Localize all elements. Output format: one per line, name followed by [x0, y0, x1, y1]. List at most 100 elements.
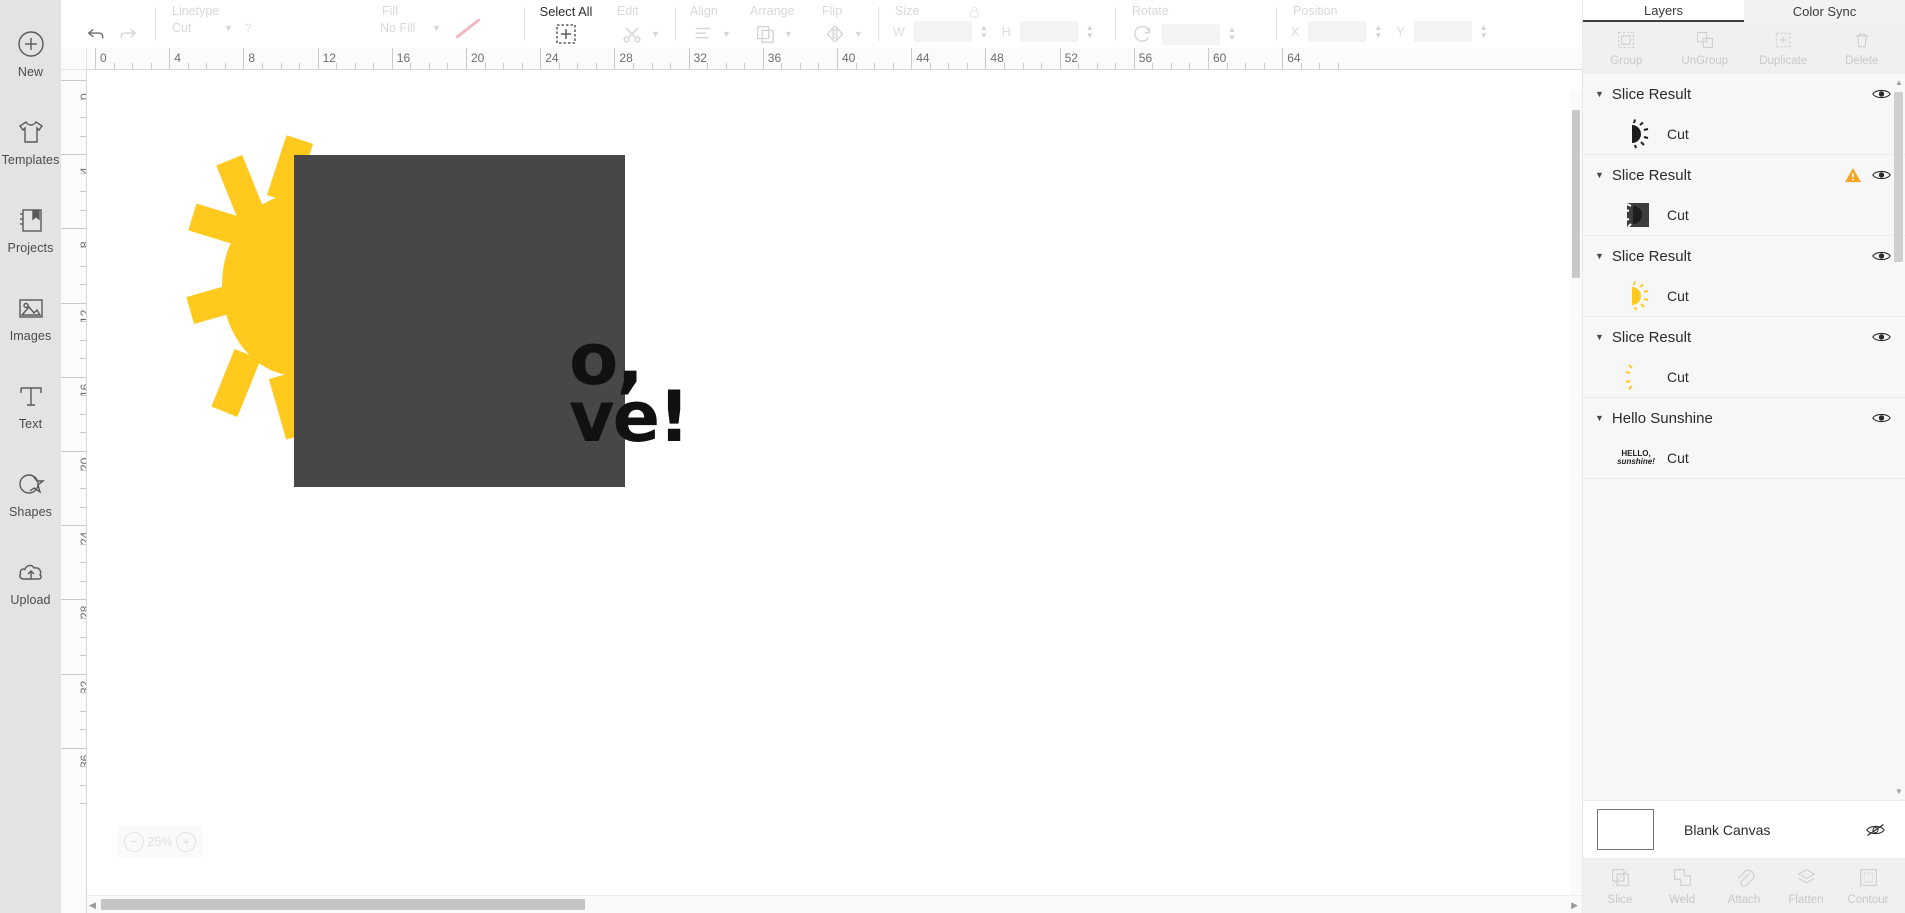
- eye-visible-icon[interactable]: [1872, 411, 1891, 425]
- redo-arrow-icon[interactable]: [115, 21, 141, 47]
- width-stepper[interactable]: ▲ ▼: [980, 23, 988, 40]
- layer-child-label: Cut: [1667, 207, 1689, 223]
- contour-button[interactable]: Contour: [1838, 867, 1898, 906]
- tab-layers[interactable]: Layers: [1583, 0, 1744, 22]
- attach-button[interactable]: Attach: [1714, 867, 1774, 906]
- layer-header[interactable]: ▼ Slice Result: [1583, 236, 1905, 276]
- layer-child-row[interactable]: Cut: [1583, 114, 1905, 154]
- flip-chevron-down-icon[interactable]: ▼: [854, 29, 863, 39]
- vertical-ruler[interactable]: 04812162024283236: [61, 70, 87, 913]
- select-all-plus-icon[interactable]: [553, 21, 579, 47]
- position-x-input[interactable]: [1308, 21, 1367, 42]
- rotate-stepper[interactable]: ▲ ▼: [1228, 26, 1236, 42]
- align-chevron-down-icon[interactable]: ▼: [722, 29, 731, 39]
- duplicate-button[interactable]: Duplicate: [1748, 30, 1818, 67]
- layer-header[interactable]: ▼ Slice Result: [1583, 155, 1905, 195]
- arrange-chevron-down-icon[interactable]: ▼: [784, 29, 793, 39]
- layer-child-row[interactable]: HELLO, sunshine! Cut: [1583, 438, 1905, 478]
- layer-child-row[interactable]: Cut: [1583, 276, 1905, 316]
- chevron-down-icon[interactable]: ▼: [224, 23, 233, 33]
- eye-visible-icon[interactable]: [1872, 249, 1891, 263]
- canvas-vertical-scrollbar[interactable]: [1570, 92, 1582, 895]
- ungroup-button[interactable]: UnGroup: [1670, 30, 1740, 67]
- ruler-tick-minor: [132, 63, 134, 69]
- scroll-left-arrow-icon[interactable]: ◀: [89, 900, 96, 911]
- canvas-color-swatch[interactable]: [1597, 809, 1654, 850]
- sidebar-item-shapes[interactable]: Shapes: [0, 450, 61, 538]
- sidebar-item-templates[interactable]: Templates: [0, 98, 61, 186]
- rotate-icon[interactable]: [1130, 21, 1156, 47]
- sidebar-item-new[interactable]: New: [0, 10, 61, 98]
- ruler-tick-major: [61, 747, 86, 749]
- edit-chevron-down-icon[interactable]: ▼: [651, 29, 660, 39]
- sidebar-item-images[interactable]: Images: [0, 274, 61, 362]
- fill-swatch-icon[interactable]: [455, 17, 481, 39]
- width-input[interactable]: [913, 21, 972, 42]
- rotate-label: Rotate: [1132, 4, 1169, 18]
- ruler-tick-major: [540, 48, 542, 69]
- scroll-down-arrow-icon[interactable]: ▼: [1895, 787, 1903, 796]
- chevron-down-icon[interactable]: ▼: [1595, 251, 1604, 261]
- design-canvas[interactable]: o, ve! − 25% +: [87, 70, 1582, 913]
- rotate-input[interactable]: [1162, 23, 1220, 45]
- headline-text[interactable]: o, ve!: [569, 323, 690, 452]
- layer-child-row[interactable]: Cut: [1583, 357, 1905, 397]
- sidebar-item-upload[interactable]: Upload: [0, 538, 61, 626]
- layer-header[interactable]: ▼ Hello Sunshine: [1583, 398, 1905, 438]
- layer-child-row[interactable]: Cut: [1583, 195, 1905, 235]
- zoom-in-button[interactable]: +: [176, 831, 196, 852]
- linetype-group: Linetype Cut ▼ ?: [160, 0, 370, 48]
- sidebar-item-text[interactable]: Text: [0, 362, 61, 450]
- canvas-vertical-scroll-thumb[interactable]: [1572, 110, 1580, 278]
- layers-list[interactable]: ▼ Slice Result Cut ▼ Slice Result Cut ▼ …: [1583, 74, 1905, 800]
- ruler-tick-minor: [80, 209, 86, 211]
- ruler-tick-minor: [80, 580, 86, 582]
- zoom-out-button[interactable]: −: [124, 831, 144, 852]
- eye-visible-icon[interactable]: [1872, 87, 1891, 101]
- warning-triangle-icon[interactable]: [1844, 167, 1862, 183]
- chevron-down-icon[interactable]: ▼: [1595, 332, 1604, 342]
- fill-value[interactable]: No Fill: [380, 21, 426, 35]
- eye-hidden-icon[interactable]: [1866, 823, 1885, 837]
- scroll-up-arrow-icon[interactable]: ▲: [1895, 78, 1903, 87]
- layer-header[interactable]: ▼ Slice Result: [1583, 317, 1905, 357]
- edit-scissors-icon[interactable]: [619, 21, 645, 47]
- weld-button[interactable]: Weld: [1652, 867, 1712, 906]
- position-y-stepper[interactable]: ▲ ▼: [1480, 23, 1488, 40]
- layer-header[interactable]: ▼ Slice Result: [1583, 74, 1905, 114]
- linetype-value[interactable]: Cut: [172, 21, 218, 35]
- layers-scrollbar[interactable]: ▲ ▼: [1894, 78, 1903, 796]
- eye-visible-icon[interactable]: [1872, 330, 1891, 344]
- flatten-button[interactable]: Flatten: [1776, 867, 1836, 906]
- canvas-horizontal-scrollbar[interactable]: ◀ ▶: [87, 895, 1582, 913]
- chevron-down-icon[interactable]: ▼: [1595, 413, 1604, 423]
- linetype-help-icon[interactable]: ?: [245, 21, 252, 35]
- chevron-down-icon[interactable]: ▼: [1595, 170, 1604, 180]
- tab-color-sync[interactable]: Color Sync: [1744, 0, 1905, 22]
- layer-title: Slice Result: [1611, 328, 1692, 346]
- height-input[interactable]: [1019, 21, 1078, 42]
- fill-chevron-down-icon[interactable]: ▼: [432, 23, 441, 33]
- ruler-tick-major: [762, 48, 764, 69]
- layers-scroll-thumb[interactable]: [1894, 92, 1903, 262]
- horizontal-ruler[interactable]: 0 4 8 12 16 20 24 28 32 36 40 44 48 52 56 60 64: [87, 48, 1582, 70]
- scroll-right-arrow-icon[interactable]: ▶: [1571, 900, 1578, 911]
- canvas-horizontal-scroll-thumb[interactable]: [101, 899, 585, 910]
- delete-button[interactable]: Delete: [1827, 30, 1897, 67]
- slice-button[interactable]: Slice: [1590, 867, 1650, 906]
- sun-ray-5[interactable]: [211, 349, 261, 417]
- height-stepper[interactable]: ▲ ▼: [1086, 23, 1094, 40]
- chevron-down-icon[interactable]: ▼: [1595, 89, 1604, 99]
- sidebar-item-projects[interactable]: Projects: [0, 186, 61, 274]
- group-button[interactable]: Group: [1591, 30, 1661, 67]
- arrange-layers-icon[interactable]: [752, 21, 778, 47]
- lock-icon[interactable]: [967, 4, 982, 24]
- blank-canvas-row[interactable]: Blank Canvas: [1583, 800, 1905, 858]
- position-y-input[interactable]: [1413, 21, 1472, 42]
- flip-icon[interactable]: [822, 21, 848, 47]
- position-x-stepper[interactable]: ▲ ▼: [1374, 23, 1382, 40]
- undo-arrow-icon[interactable]: [83, 21, 109, 47]
- eye-visible-icon[interactable]: [1872, 168, 1891, 182]
- align-icon[interactable]: [690, 21, 716, 47]
- ruler-label: 12: [322, 51, 336, 65]
